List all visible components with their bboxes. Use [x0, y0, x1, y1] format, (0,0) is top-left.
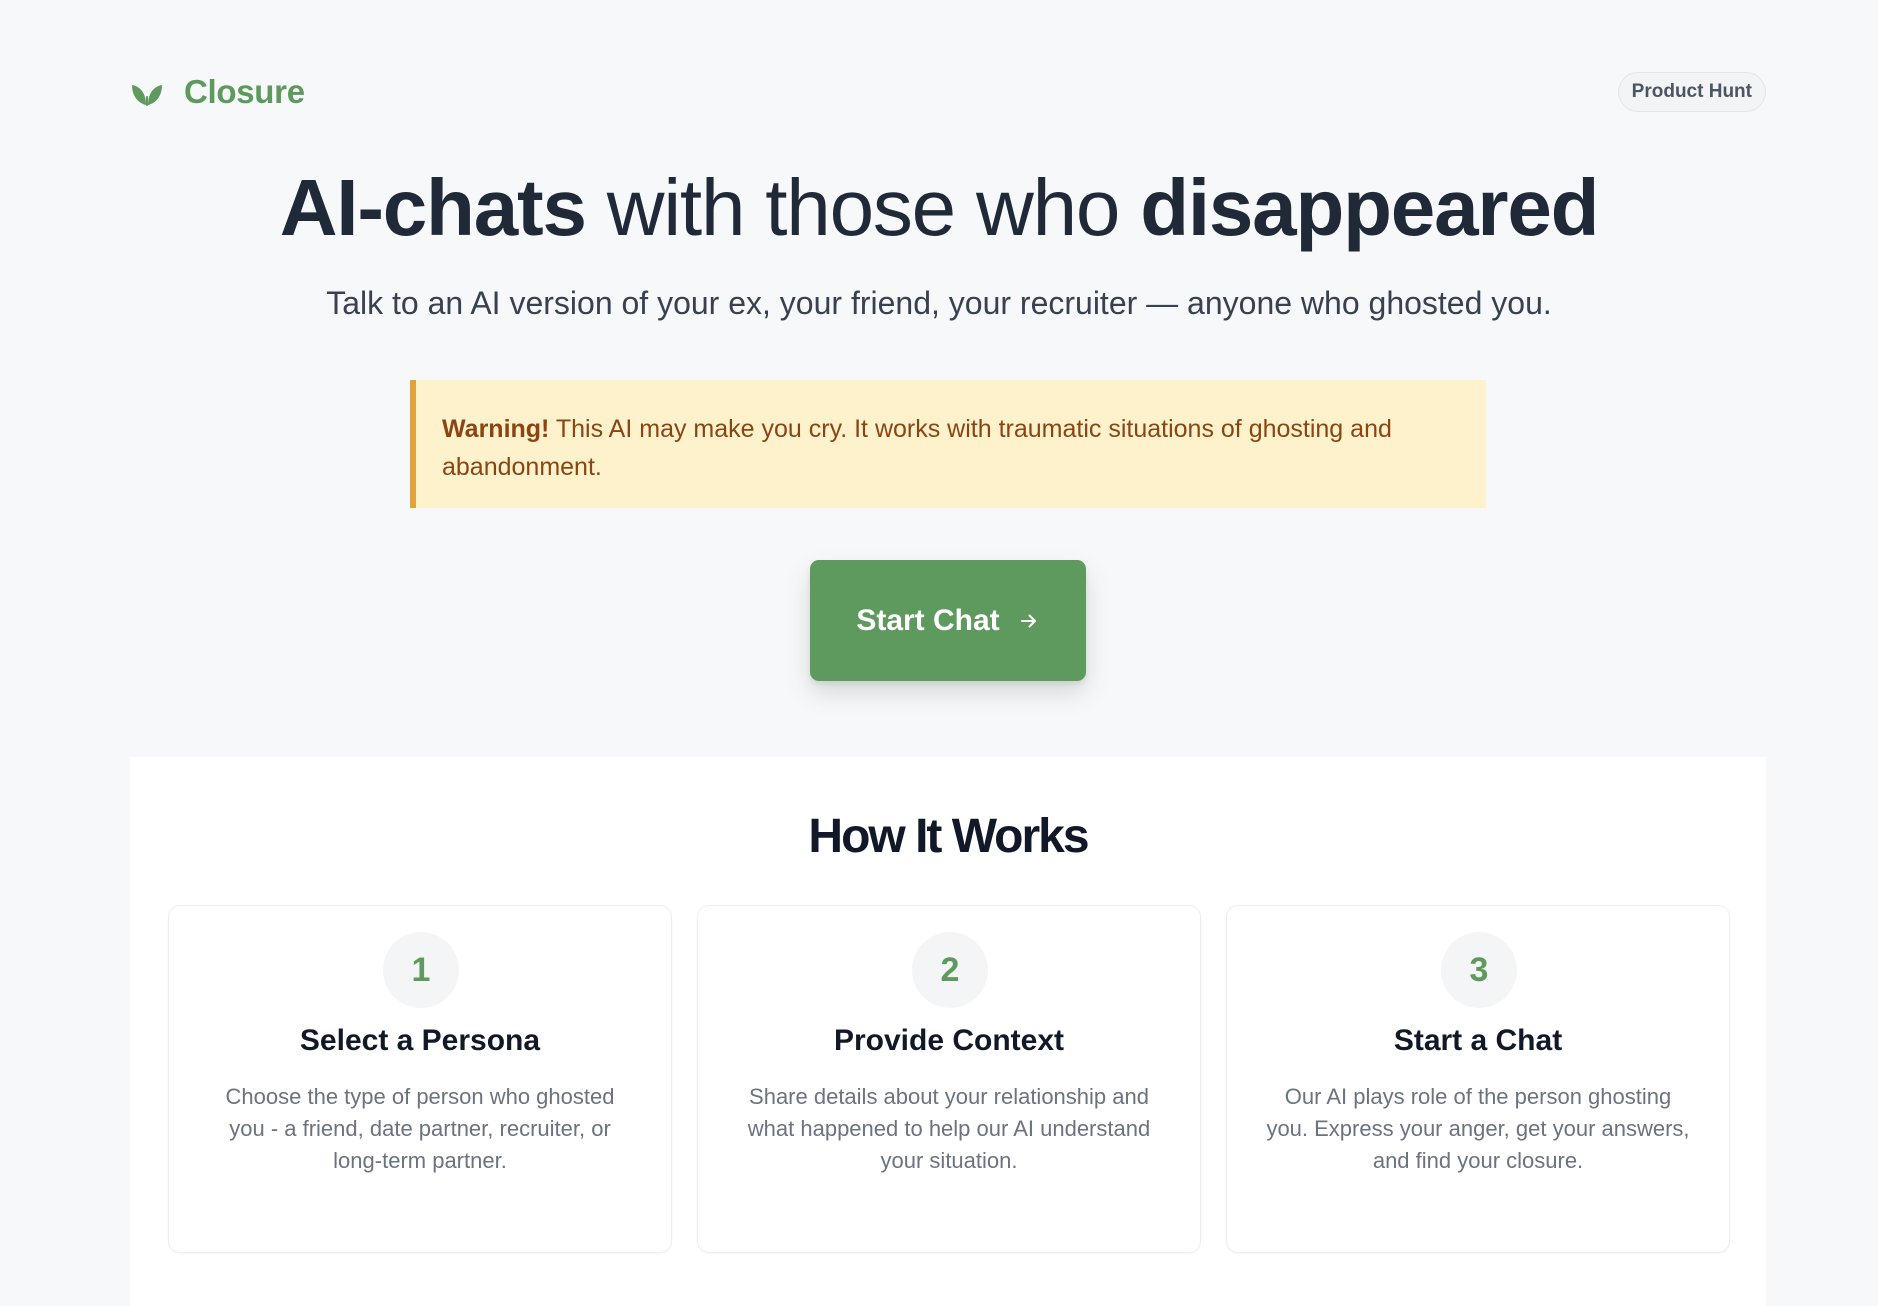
step-title: Start a Chat — [1393, 1024, 1563, 1057]
product-hunt-badge[interactable]: Product Hunt — [1617, 72, 1766, 112]
step-description: Choose the type of person who ghosted yo… — [225, 1084, 615, 1173]
brand-logo[interactable]: Closure — [130, 73, 305, 111]
step-card-start-chat: 3 Start a Chat Our AI plays role of the … — [1226, 905, 1730, 1253]
warning-banner: Warning! This AI may make you cry. It wo… — [410, 380, 1486, 508]
start-chat-label: Start Chat — [856, 603, 1000, 637]
hero-title-bold-2: disappeared — [1140, 163, 1599, 252]
how-it-works-title: How It Works — [808, 810, 1089, 863]
step-title: Select a Persona — [299, 1024, 541, 1057]
brand-name: Closure — [184, 73, 305, 110]
step-number-badge: 2 — [912, 932, 988, 1008]
warning-label: Warning! — [442, 415, 550, 443]
start-chat-button[interactable]: Start Chat — [810, 560, 1086, 681]
warning-text: This AI may make you cry. It works with … — [442, 415, 1392, 481]
leaf-icon — [130, 77, 164, 107]
step-description: Share details about your relationship an… — [747, 1084, 1151, 1173]
step-description: Our AI plays role of the person ghosting… — [1266, 1084, 1690, 1173]
landing-page: Closure Product Hunt AI-chats with those… — [0, 0, 1878, 1306]
step-card-provide-context: 2 Provide Context Share details about yo… — [697, 905, 1201, 1253]
how-it-works-section: How It Works 1 Select a Persona Choose t… — [130, 757, 1766, 1306]
hero-title-bold-1: AI-chats — [279, 163, 587, 252]
step-card-select-persona: 1 Select a Persona Choose the type of pe… — [168, 905, 672, 1253]
step-title: Provide Context — [833, 1024, 1065, 1057]
step-number-badge: 1 — [383, 932, 459, 1008]
step-number-badge: 3 — [1441, 932, 1517, 1008]
hero-title-middle: with those who — [585, 163, 1141, 252]
hero-title: AI-chats with those who disappeared — [0, 160, 1878, 256]
hero-subtitle: Talk to an AI version of your ex, your f… — [326, 285, 1552, 321]
site-header: Closure Product Hunt — [130, 70, 1766, 114]
arrow-right-icon — [1018, 610, 1040, 632]
